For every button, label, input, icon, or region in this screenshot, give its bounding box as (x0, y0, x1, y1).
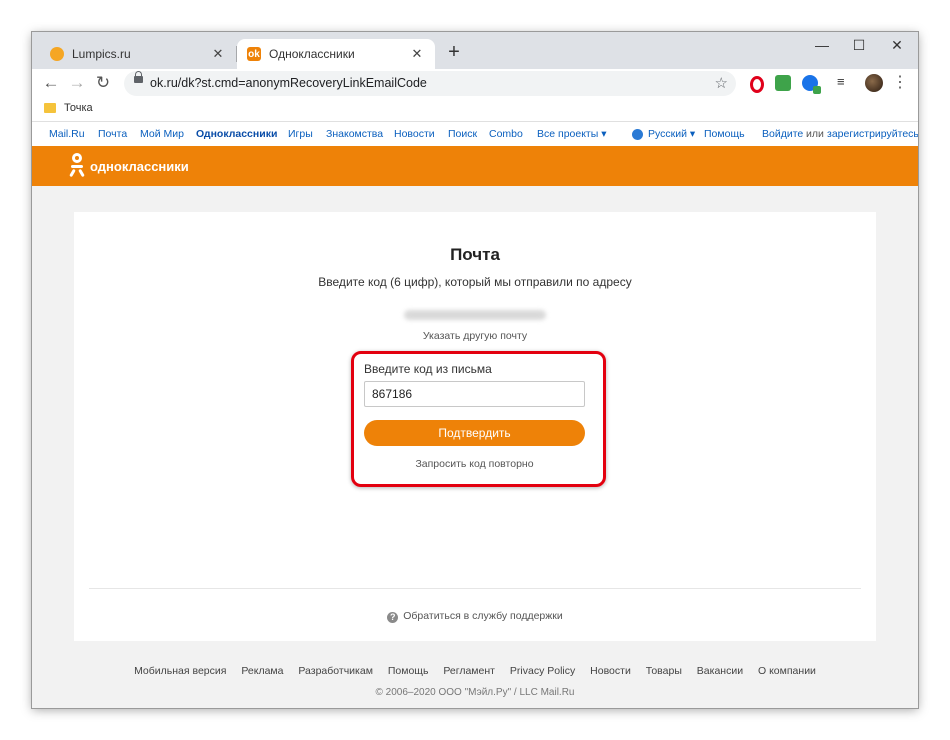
globe-icon (632, 129, 643, 140)
opera-extension-icon[interactable] (750, 76, 764, 93)
divider (89, 588, 861, 589)
other-email-link[interactable]: Указать другую почту (74, 330, 876, 342)
ok-logo-icon[interactable] (69, 153, 85, 178)
page-title: Почта (450, 245, 500, 264)
profile-avatar[interactable] (865, 74, 883, 92)
bookmark-tochka[interactable]: Точка (64, 102, 93, 114)
portal-link-combo[interactable]: Combo (489, 128, 523, 140)
portal-link-poisk[interactable]: Поиск (448, 128, 477, 140)
footer-link[interactable]: О компании (758, 665, 816, 677)
blurred-email (404, 310, 546, 320)
minimize-icon[interactable]: — (807, 37, 837, 53)
reload-icon[interactable]: ↻ (92, 73, 114, 93)
footer-link[interactable]: Разработчикам (298, 665, 373, 677)
portal-link-odnoklassniki[interactable]: Одноклассники (196, 128, 277, 140)
support-link-row[interactable]: ? Обратиться в службу поддержки (74, 610, 876, 623)
portal-link-pochta[interactable]: Почта (98, 128, 127, 140)
help-link[interactable]: Помощь (704, 128, 745, 140)
bookmark-star-icon[interactable]: ☆ (715, 74, 728, 92)
url-text: ok.ru/dk?st.cmd=anonymRecoveryLinkEmailC… (150, 76, 427, 90)
tab-title: Одноклассники (269, 47, 355, 61)
portal-link-igry[interactable]: Игры (288, 128, 313, 140)
ok-header: одноклассники (32, 146, 918, 186)
register-link[interactable]: зарегистрируйтесь (827, 128, 918, 140)
resend-code-link[interactable]: Запросить код повторно (364, 458, 585, 470)
reading-list-icon[interactable]: ≡ (837, 74, 853, 90)
footer-link[interactable]: Регламент (443, 665, 495, 677)
instruction-text: Введите код (6 цифр), который мы отправи… (318, 275, 632, 289)
bookmarks-bar: Точка (32, 99, 918, 121)
copyright: © 2006–2020 ООО "Мэйл.Ру" / LLC Mail.Ru (375, 687, 575, 698)
portal-link-moy-mir[interactable]: Мой Мир (140, 128, 184, 140)
footer-link[interactable]: Новости (590, 665, 631, 677)
support-link[interactable]: Обратиться в службу поддержки (403, 610, 562, 622)
music-extension-icon[interactable] (775, 75, 791, 91)
close-tab-icon[interactable]: ✕ (409, 46, 425, 62)
back-icon[interactable]: ← (40, 73, 62, 93)
browser-toolbar: ← → ↻ ok.ru/dk?st.cmd=anonymRecoveryLink… (32, 69, 918, 99)
address-bar[interactable]: ok.ru/dk?st.cmd=anonymRecoveryLinkEmailC… (124, 71, 736, 96)
brand-name[interactable]: одноклассники (90, 159, 189, 174)
close-tab-icon[interactable]: ✕ (210, 46, 226, 62)
portal-link-mailru[interactable]: Mail.Ru (49, 128, 85, 140)
maximize-icon[interactable]: ☐ (844, 37, 874, 54)
ok-favicon-icon: ok (247, 47, 261, 61)
code-label: Введите код из письма (364, 362, 492, 376)
tab-odnoklassniki[interactable]: ok Одноклассники ✕ (237, 39, 435, 69)
page-viewport: Mail.Ru Почта Мой Мир Одноклассники Игры… (32, 121, 918, 708)
portal-nav: Mail.Ru Почта Мой Мир Одноклассники Игры… (32, 121, 918, 146)
forward-icon[interactable]: → (66, 73, 88, 93)
folder-icon (44, 103, 56, 113)
tab-lumpics[interactable]: Lumpics.ru ✕ (40, 39, 236, 69)
tab-title: Lumpics.ru (72, 47, 131, 61)
portal-link-novosti[interactable]: Новости (394, 128, 435, 140)
portal-link-znakomstva[interactable]: Знакомства (326, 128, 383, 140)
language-select[interactable]: Русский ▾ (648, 128, 695, 140)
lock-icon (134, 71, 143, 83)
portal-link-all-projects[interactable]: Все проекты ▾ (537, 128, 606, 140)
question-icon: ? (387, 612, 399, 623)
browser-window: Lumpics.ru ✕ ok Одноклассники ✕ + — ☐ ✕ … (32, 32, 918, 708)
lumpics-favicon-icon (50, 47, 64, 61)
close-window-icon[interactable]: ✕ (882, 37, 912, 54)
menu-kebab-icon[interactable]: ⋮ (892, 72, 908, 92)
code-input[interactable] (364, 381, 585, 407)
confirm-button[interactable]: Подтвердить (364, 420, 585, 446)
translate-extension-icon[interactable] (802, 75, 821, 94)
tab-strip: Lumpics.ru ✕ ok Одноклассники ✕ + — ☐ ✕ (32, 32, 918, 69)
footer-link[interactable]: Реклама (241, 665, 283, 677)
footer-link[interactable]: Мобильная версия (134, 665, 226, 677)
footer-link[interactable]: Вакансии (697, 665, 743, 677)
footer-links: Мобильная версия Реклама Разработчикам П… (32, 665, 918, 677)
new-tab-icon[interactable]: + (442, 41, 466, 64)
login-link[interactable]: Войдите (762, 128, 803, 140)
recovery-card: Почта Введите код (6 цифр), который мы о… (74, 212, 876, 641)
footer-link[interactable]: Помощь (388, 665, 429, 677)
footer-link[interactable]: Privacy Policy (510, 665, 575, 677)
footer-link[interactable]: Товары (646, 665, 682, 677)
or-text: или (806, 128, 824, 140)
